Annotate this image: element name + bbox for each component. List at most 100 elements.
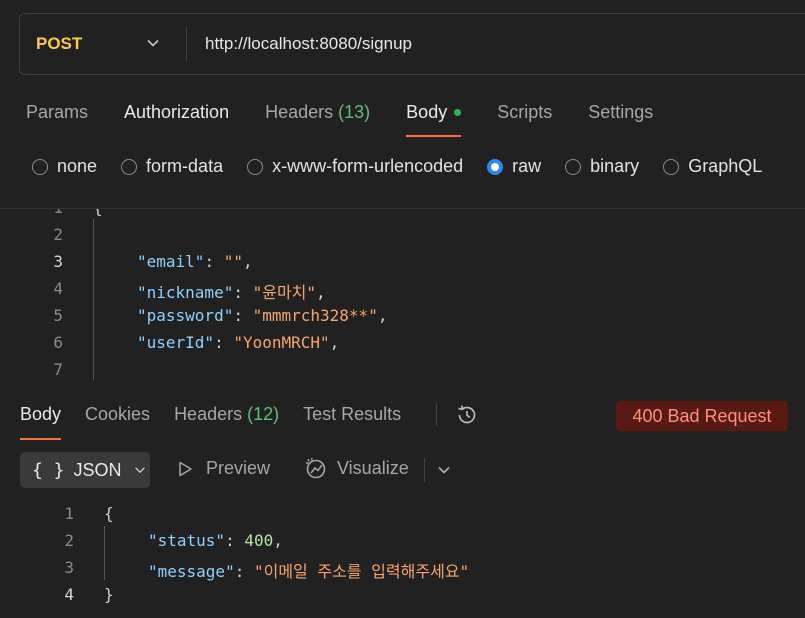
response-body-viewer[interactable]: 1 { 2 "status": 400, 3 "message": "이메일 주…	[0, 500, 805, 618]
json-value: 400	[244, 531, 274, 550]
body-type-form-data[interactable]: form-data	[121, 156, 223, 177]
line-number: 5	[53, 306, 63, 325]
json-key: "status"	[148, 531, 226, 550]
json-key: "message"	[148, 562, 235, 581]
tab-label: Cookies	[85, 404, 151, 424]
toolbar-separator	[424, 458, 425, 482]
tab-label: Settings	[588, 102, 654, 122]
tab-body[interactable]: Body	[406, 102, 462, 138]
tab-response-headers[interactable]: Headers (12)	[174, 404, 279, 440]
format-label: JSON	[73, 459, 122, 480]
line-number: 1	[64, 504, 74, 523]
body-type-urlencoded[interactable]: x-www-form-urlencoded	[247, 156, 463, 177]
body-type-raw[interactable]: raw	[487, 156, 541, 177]
radio-label: none	[57, 156, 98, 176]
code-text: "nickname": "윤마치",	[137, 283, 326, 302]
url-bar: POST http://localhost:8080/signup	[19, 13, 805, 75]
tab-headers[interactable]: Headers (13)	[265, 102, 370, 138]
headers-count: (13)	[338, 102, 371, 122]
url-divider	[186, 26, 187, 62]
url-input[interactable]: http://localhost:8080/signup	[205, 34, 412, 54]
radio-label: binary	[590, 156, 640, 176]
code-line: 1 {	[0, 209, 805, 225]
json-value: "YoonMRCH"	[233, 333, 330, 352]
headers-count: (12)	[247, 404, 280, 424]
body-type-none[interactable]: none	[32, 156, 97, 177]
tab-label: Body	[20, 404, 62, 424]
code-text: {	[104, 504, 114, 523]
body-type-binary[interactable]: binary	[565, 156, 639, 177]
visualize-button[interactable]: Visualize	[304, 456, 409, 480]
tab-scripts[interactable]: Scripts	[497, 102, 552, 138]
json-key: "password"	[137, 306, 234, 325]
chevron-down-icon	[134, 467, 145, 474]
radio-checked-icon[interactable]	[487, 158, 504, 175]
code-text: {	[93, 209, 103, 217]
json-value: "이메일 주소를 입력해주세요"	[253, 562, 470, 581]
code-line: 1 {	[0, 504, 805, 531]
chevron-down-icon[interactable]	[145, 35, 161, 51]
line-number: 3	[64, 558, 74, 577]
modified-dot-icon	[454, 109, 462, 116]
code-line: 6 "userId": "YoonMRCH",	[0, 333, 805, 360]
tab-test-results[interactable]: Test Results	[303, 404, 401, 440]
radio-icon[interactable]	[663, 158, 680, 175]
line-number: 2	[64, 531, 74, 550]
json-key: "userId"	[137, 333, 215, 352]
method-select[interactable]: POST	[36, 34, 82, 54]
tab-label: Headers	[174, 404, 243, 424]
code-line: 7	[0, 360, 805, 380]
tab-label: Authorization	[124, 102, 230, 122]
tab-label: Headers	[265, 102, 334, 122]
radio-icon[interactable]	[247, 158, 264, 175]
code-text: "status": 400,	[148, 531, 283, 550]
response-tabs: Body Cookies Headers (12) Test Results	[20, 404, 425, 440]
tab-label: Scripts	[497, 102, 553, 122]
radio-icon[interactable]	[121, 158, 138, 175]
chevron-down-icon[interactable]	[436, 462, 452, 478]
line-number: 7	[53, 360, 63, 379]
history-icon[interactable]	[455, 403, 479, 427]
radio-label: GraphQL	[688, 156, 763, 176]
line-number: 2	[53, 225, 63, 244]
tab-response-body[interactable]: Body	[20, 404, 62, 440]
tab-label: Body	[406, 102, 448, 122]
tab-cookies[interactable]: Cookies	[85, 404, 150, 440]
code-text: "email": "",	[137, 252, 253, 271]
radio-label: x-www-form-urlencoded	[272, 156, 464, 176]
code-line: 4 "nickname": "윤마치",	[0, 279, 805, 306]
radio-label: form-data	[146, 156, 224, 176]
status-badge: 400 Bad Request	[616, 401, 788, 431]
tab-params[interactable]: Params	[26, 102, 88, 138]
line-number: 6	[53, 333, 63, 352]
code-text: "message": "이메일 주소를 입력해주세요"	[148, 562, 470, 581]
code-line: 2	[0, 225, 805, 252]
json-value: ""	[223, 252, 243, 271]
code-line: 2 "status": 400,	[0, 531, 805, 558]
json-value: "윤마치"	[252, 283, 317, 302]
radio-icon[interactable]	[565, 158, 582, 175]
preview-label: Preview	[206, 458, 271, 478]
line-number: 3	[53, 252, 63, 271]
json-value: "mmmrch328**"	[252, 306, 378, 325]
code-line: 3 "message": "이메일 주소를 입력해주세요"	[0, 558, 805, 585]
line-number: 1	[23, 209, 63, 217]
tab-settings[interactable]: Settings	[588, 102, 653, 138]
radio-icon[interactable]	[32, 158, 48, 175]
tab-label: Params	[26, 102, 89, 122]
code-line: 3 "email": "",	[0, 252, 805, 279]
code-line: 4 }	[0, 585, 805, 612]
tab-label: Test Results	[303, 404, 402, 424]
body-type-graphql[interactable]: GraphQL	[663, 156, 762, 177]
code-text: "userId": "YoonMRCH",	[137, 333, 340, 352]
tab-separator	[436, 404, 437, 426]
braces-icon: { }	[32, 459, 65, 481]
tab-authorization[interactable]: Authorization	[124, 102, 229, 138]
request-body-editor[interactable]: 1 { 2 3 "email": "", 4 "nickname": "윤마치"…	[0, 208, 805, 380]
visualize-label: Visualize	[337, 457, 409, 478]
code-text: }	[104, 585, 114, 604]
code-line: 5 "password": "mmmrch328**",	[0, 306, 805, 333]
preview-button[interactable]: Preview	[176, 458, 270, 479]
json-key: "email"	[137, 252, 205, 271]
format-select[interactable]: { } JSON	[20, 452, 150, 488]
